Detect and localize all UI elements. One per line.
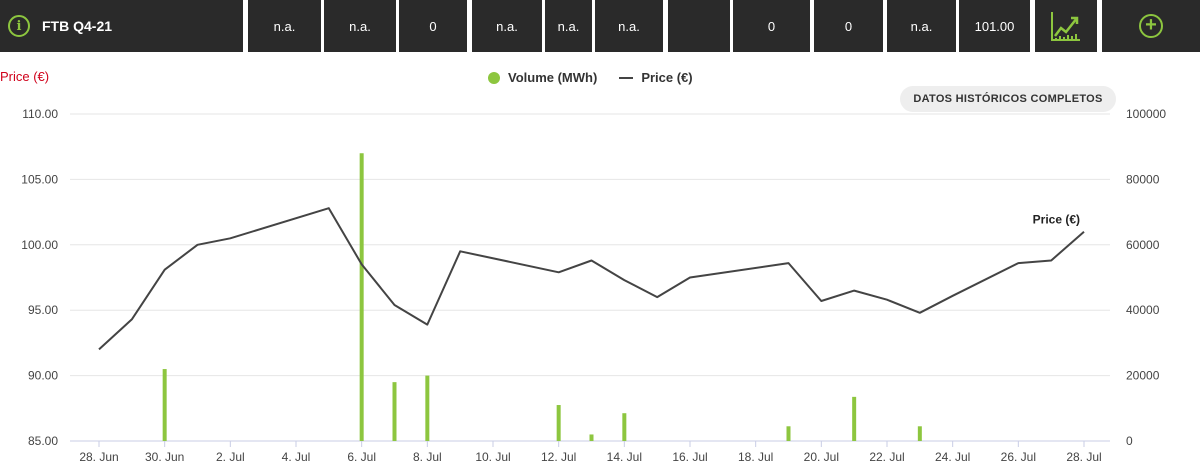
x-axis-tick-label: 26. Jul [1001,450,1036,464]
x-axis-tick-label: 2. Jul [216,450,245,464]
right-axis-tick-label: 60000 [1126,238,1160,252]
right-axis-tick-label: 80000 [1126,172,1160,186]
x-axis-tick-label: 24. Jul [935,450,970,464]
x-axis-tick-label: 28. Jul [1066,450,1101,464]
volume-bar [425,375,430,441]
left-axis-tick-label: 85.00 [28,434,58,448]
x-axis-tick-label: 6. Jul [347,450,376,464]
left-axis-tick-label: 100.00 [21,238,58,252]
price-volume-chart: 85.00 90.00 95.00 100.00 105.00 110.00 0 20000 4… [21,107,1166,464]
price-series-label: Price (€) [1033,213,1080,227]
x-axis-tick-label: 8. Jul [413,450,442,464]
volume-bar [392,382,397,441]
x-axis-tick-label: 18. Jul [738,450,773,464]
x-axis-tick-label: 4. Jul [282,450,311,464]
price-line [98,207,1085,351]
right-axis-tick-label: 0 [1126,434,1133,448]
volume-bar [917,426,922,441]
volume-bar [359,153,364,442]
volume-bar [556,405,561,441]
x-axis-tick-label: 16. Jul [672,450,707,464]
left-axis-tick-label: 90.00 [28,369,58,383]
x-axis-tick-label: 20. Jul [804,450,839,464]
x-axis-tick-label: 30. Jun [145,450,184,464]
right-axis-tick-label: 20000 [1126,369,1160,383]
x-axis-tick-label: 10. Jul [475,450,510,464]
volume-bar [622,413,627,441]
left-axis-tick-label: 95.00 [28,303,58,317]
x-axis-tick-label: 12. Jul [541,450,576,464]
volume-bar [852,396,857,441]
x-axis-tick-label: 14. Jul [607,450,642,464]
left-axis-tick-label: 110.00 [22,107,58,121]
x-axis-tick-label: 22. Jul [869,450,904,464]
right-axis-tick-label: 100000 [1126,107,1166,121]
volume-bar [786,426,791,441]
x-axis-tick-label: 28. Jun [79,450,118,464]
volume-bar [589,434,594,441]
right-axis-tick-label: 40000 [1126,303,1160,317]
volume-bar [162,369,167,441]
left-axis-tick-label: 105.00 [21,172,58,186]
